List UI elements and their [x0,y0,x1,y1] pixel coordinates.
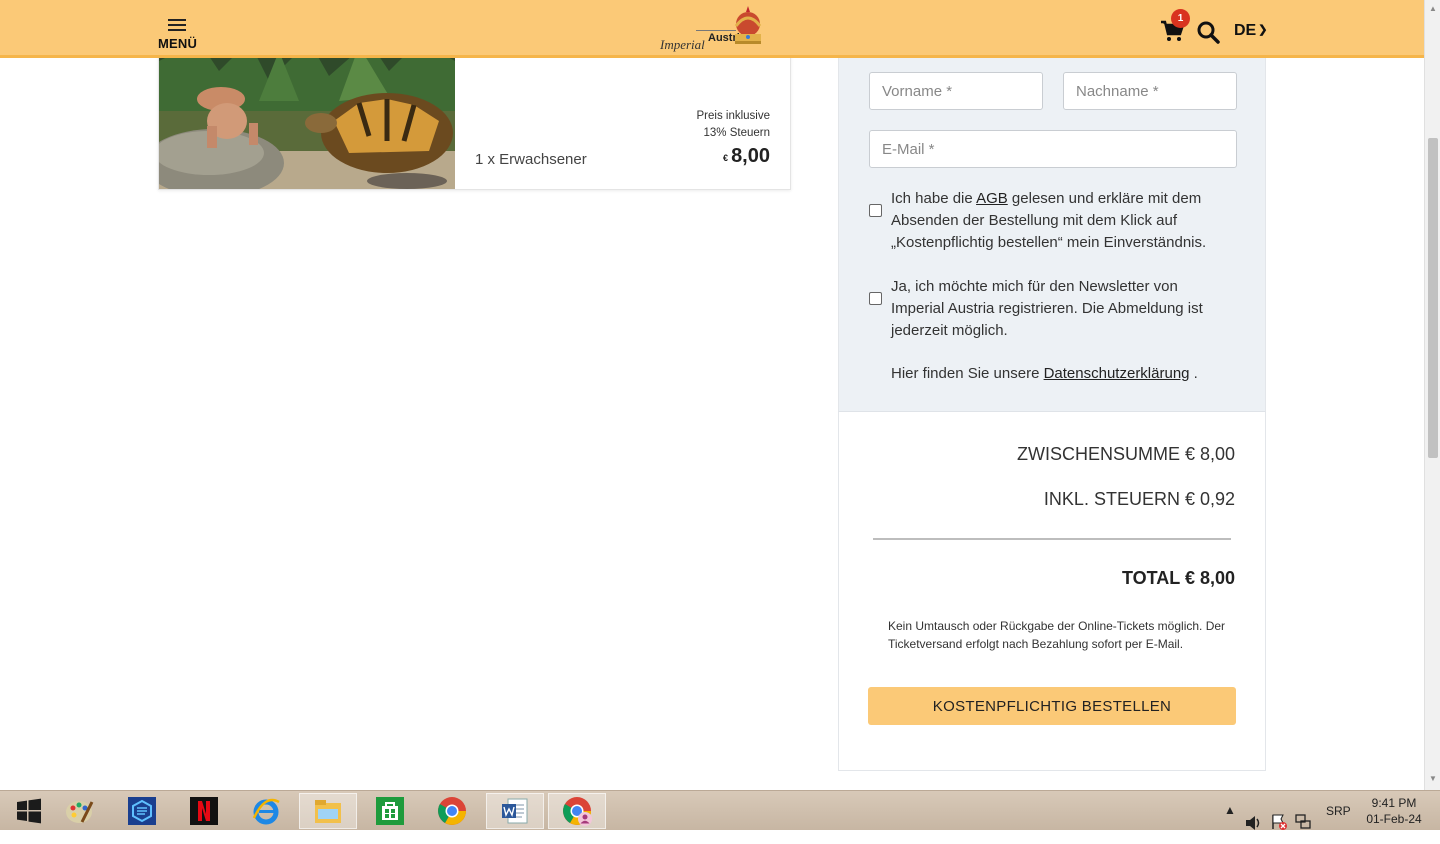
taskbar-internet-explorer[interactable] [237,793,295,829]
price-note-line2: 13% Steuern [703,127,771,139]
privacy-link[interactable]: Datenschutzerklärung [1044,365,1190,382]
browser-page: Preis inklusive 13% Steuern 1 x Erwachse… [0,0,1440,790]
scroll-thumb[interactable] [1428,138,1438,458]
chrome-profile-icon [563,797,592,826]
ticket-card: Preis inklusive 13% Steuern 1 x Erwachse… [158,40,791,190]
order-summary: ZWISCHENSUMME € 8,00 INKL. STEUERN € 0,9… [838,411,1266,771]
price-note-line1: Preis inklusive [696,110,771,122]
tray-expand-icon[interactable]: ▲ [1224,803,1236,843]
price-value: 8,00 [731,145,770,167]
paint-icon [66,801,94,823]
language-selector[interactable]: DE ❯ [1234,22,1267,40]
hamburger-icon [168,19,186,32]
taskbar-paint[interactable] [50,793,108,829]
language-label: DE [1234,22,1257,39]
email-input[interactable] [869,130,1237,168]
summary-divider [873,538,1231,540]
terms-checkbox[interactable] [869,204,882,217]
input-language[interactable]: SRP [1326,804,1351,844]
newsletter-checkbox[interactable] [869,292,882,305]
refund-notice: Kein Umtausch oder Rückgabe der Online-T… [888,619,1226,651]
privacy-text: Hier finden Sie unsere Datenschutzerklär… [891,365,1198,382]
privacy-suffix: . [1189,365,1198,382]
file-explorer-icon [315,800,341,823]
customer-form: Ich habe die AGB gelesen und erkläre mit… [838,58,1266,411]
netflix-icon [190,797,218,825]
vertical-scrollbar[interactable]: ▲ ▼ [1424,0,1440,790]
logo-rule [696,30,736,31]
chevron-down-icon: ❯ [1258,24,1268,36]
menu-button[interactable]: MENÜ [158,16,218,52]
system-clock[interactable]: 9:41 PM 01-Feb-24 [1358,795,1430,827]
grand-total: TOTAL € 8,00 [1121,568,1235,588]
start-icon [17,798,41,824]
crown-icon [734,6,762,44]
search-icon[interactable] [1196,20,1220,44]
ie-icon [252,798,280,825]
taskbar-store[interactable] [361,793,419,829]
privacy-prefix: Hier finden Sie unsere [891,365,1044,382]
first-name-input[interactable] [869,72,1043,110]
logo-text-imperial: Imperial [660,37,705,52]
windows-taskbar: ▲ SRP 9:41 PM 01-Feb-24 [0,790,1440,830]
site-header: MENÜ Imperial Austria 1 DE ❯ [0,0,1424,58]
taskbar-file-explorer[interactable] [299,793,357,829]
agb-link[interactable]: AGB [976,190,1008,207]
terms-prefix: Ich habe die [891,190,977,207]
clock-time: 9:41 PM [1371,796,1417,810]
taskbar-app[interactable] [113,793,171,829]
scroll-up-icon[interactable]: ▲ [1429,4,1437,13]
menu-label: MENÜ [158,36,198,51]
last-name-input[interactable] [1063,72,1237,110]
store-icon [376,797,404,825]
taskbar-netflix[interactable] [175,793,233,829]
network-icon[interactable] [1294,802,1312,842]
action-center-flag-icon[interactable] [1270,802,1288,842]
price-note: Preis inklusive 13% Steuern [650,108,771,142]
clock-date: 01-Feb-24 [1366,812,1422,826]
site-logo[interactable]: Imperial Austria [660,4,770,54]
subtotal: ZWISCHENSUMME € 8,00 [1016,444,1235,464]
word-icon [502,798,528,824]
taskbar-chrome-profile[interactable] [548,793,606,829]
ticket-price: €8,00 [723,145,770,168]
place-order-button[interactable]: KOSTENPFLICHTIG BESTELLEN [868,687,1236,725]
taskbar-chrome[interactable] [423,793,481,829]
app-icon [128,797,156,825]
currency-symbol: € [723,153,729,163]
cart-count-badge: 1 [1171,9,1190,28]
newsletter-text: Ja, ich möchte mich für den Newsletter v… [891,278,1203,339]
ticket-image [159,41,455,189]
terms-text: Ich habe die AGB gelesen und erkläre mit… [891,188,1231,254]
taskbar-word[interactable] [486,793,544,829]
scroll-down-icon[interactable]: ▼ [1429,774,1437,783]
ticket-quantity: 1 x Erwachsener [475,151,587,168]
volume-icon[interactable] [1244,803,1262,843]
chrome-icon [438,797,466,825]
tax-total: INKL. STEUERN € 0,92 [1043,489,1235,509]
